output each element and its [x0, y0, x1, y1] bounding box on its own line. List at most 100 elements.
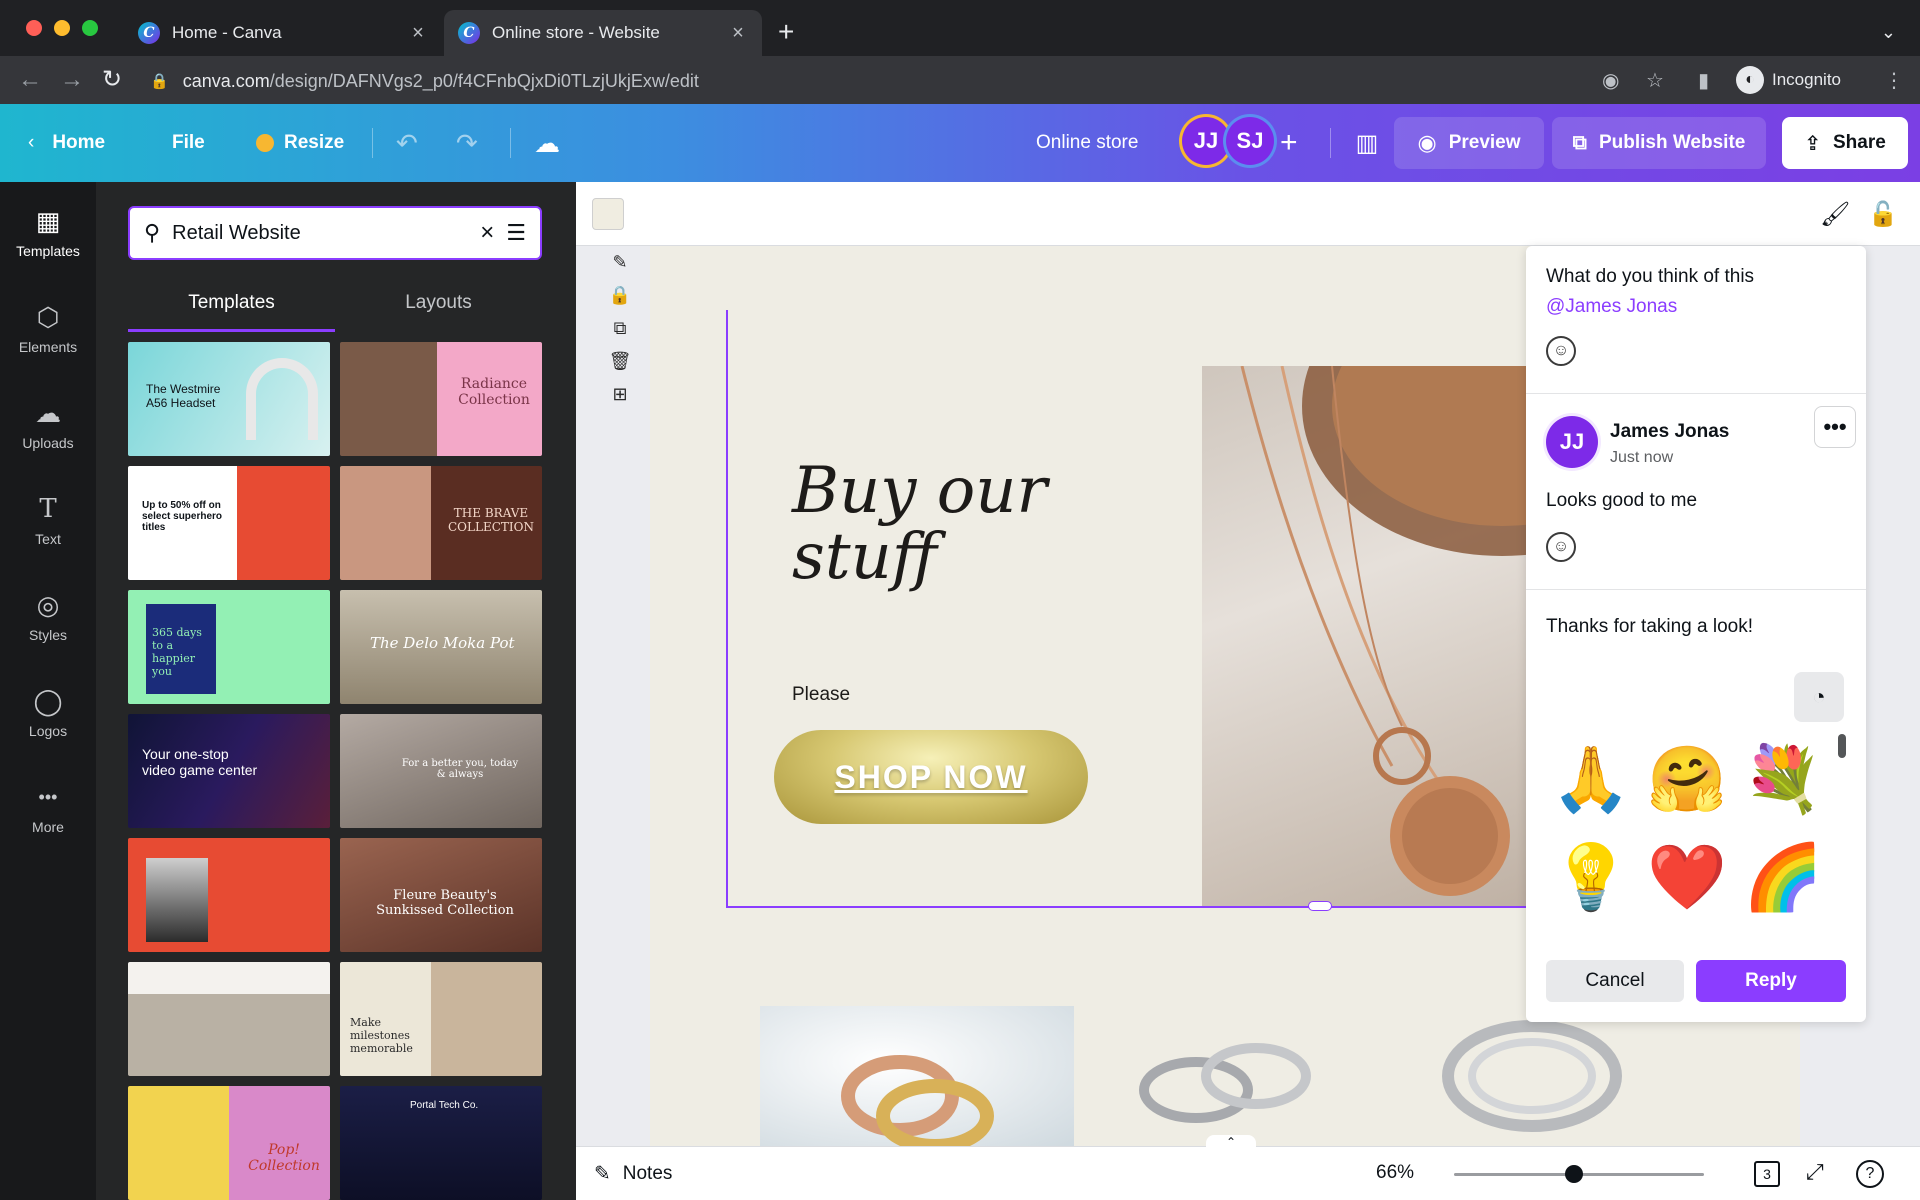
template-thumbnail[interactable]: [128, 838, 330, 952]
tab-templates[interactable]: Templates: [128, 282, 335, 332]
forward-arrow-icon[interactable]: →: [60, 66, 84, 94]
home-button[interactable]: ‹ Home: [28, 104, 105, 182]
preview-button[interactable]: ◉ Preview: [1394, 117, 1544, 169]
tab-layouts[interactable]: Layouts: [335, 282, 542, 332]
edit-notes-icon[interactable]: ✎: [612, 252, 627, 273]
url-field[interactable]: 🔒 canva.com /design/DAFNVgs2_p0/f4CFnbQj…: [150, 66, 1530, 96]
fullscreen-icon[interactable]: ⤢: [1806, 1159, 1824, 1185]
hero-subtitle[interactable]: Please: [792, 684, 850, 706]
share-button[interactable]: ⇪ Share: [1782, 117, 1908, 169]
undo-icon[interactable]: ↶: [396, 104, 418, 182]
sticker-heart[interactable]: ❤️: [1642, 832, 1732, 922]
window-close-button[interactable]: [26, 20, 42, 36]
collaborator-avatar-jj[interactable]: JJ: [1182, 117, 1230, 165]
chevron-down-icon[interactable]: ⌄: [1881, 22, 1896, 43]
sticker-picker-button[interactable]: ◔: [1794, 672, 1844, 722]
necklace-photo[interactable]: [1202, 366, 1532, 906]
sticker-light-bulb[interactable]: 💡: [1546, 832, 1636, 922]
side-panel-icon[interactable]: ▮: [1698, 68, 1709, 93]
template-thumbnail[interactable]: Portal Tech Co.: [340, 1086, 542, 1200]
sticker-bouquet[interactable]: 💐: [1738, 734, 1828, 824]
window-zoom-button[interactable]: [82, 20, 98, 36]
template-thumbnail[interactable]: Up to 50% off on select superhero titles: [128, 466, 330, 580]
more-options-button[interactable]: •••: [1814, 406, 1856, 448]
template-thumbnail[interactable]: Your one-stop video game center: [128, 714, 330, 828]
cloud-saved-icon[interactable]: ☁: [534, 104, 560, 182]
template-thumbnail[interactable]: Make milestones memorable: [340, 962, 542, 1076]
hero-title[interactable]: Buy our stuff: [792, 458, 1047, 590]
reply-draft-input[interactable]: Thanks for taking a look!: [1546, 612, 1846, 642]
filter-sliders-icon[interactable]: ☰: [506, 220, 526, 246]
new-tab-button[interactable]: +: [778, 18, 794, 46]
rail-item-templates[interactable]: ▦ Templates: [0, 188, 96, 278]
resize-handle[interactable]: [1308, 901, 1332, 911]
resize-button[interactable]: Resize: [256, 104, 344, 182]
sticker-scrollbar[interactable]: [1838, 734, 1846, 758]
template-thumbnail[interactable]: Radiance Collection: [340, 342, 542, 456]
page-count-button[interactable]: 3: [1754, 1161, 1780, 1187]
mention-link[interactable]: @James Jonas: [1546, 292, 1846, 322]
template-thumbnail[interactable]: The Delo Moka Pot: [340, 590, 542, 704]
zoom-slider-handle[interactable]: [1565, 1165, 1583, 1183]
design-name[interactable]: Online store: [1036, 104, 1138, 182]
collaborator-avatar-sj[interactable]: SJ: [1226, 117, 1274, 165]
reload-icon[interactable]: ↻: [102, 66, 122, 94]
sticker-praying-hands[interactable]: 🙏: [1546, 734, 1636, 824]
add-page-icon[interactable]: ⊞: [612, 384, 627, 405]
background-color-swatch[interactable]: [592, 198, 624, 230]
paint-roller-icon[interactable]: 🖌: [1820, 200, 1850, 229]
browser-tab-home[interactable]: C Home - Canva ×: [124, 10, 442, 56]
sticker-hugging-face[interactable]: 🤗: [1642, 734, 1732, 824]
unlock-icon[interactable]: 🔓: [1868, 200, 1898, 229]
rail-item-text[interactable]: T Text: [0, 476, 96, 566]
template-thumbnail[interactable]: THE BRAVE COLLECTION: [340, 466, 542, 580]
tab-close-icon[interactable]: ×: [408, 22, 428, 45]
zoom-level[interactable]: 66%: [1376, 1162, 1414, 1184]
browser-tab-online-store[interactable]: C Online store - Website ×: [444, 10, 762, 56]
browser-menu-icon[interactable]: ⋮: [1884, 68, 1904, 93]
incognito-indicator[interactable]: ◐ Incognito: [1736, 64, 1841, 96]
reply-button[interactable]: Reply: [1696, 960, 1846, 1002]
help-icon[interactable]: ?: [1856, 1160, 1884, 1188]
rings-photo-gold[interactable]: [760, 1006, 1074, 1146]
left-rail: ▦ Templates ⬡ Elements ☁ Uploads T Text …: [0, 182, 96, 1200]
rail-label: Styles: [28, 627, 68, 643]
clear-search-icon[interactable]: ×: [480, 219, 494, 247]
chevron-up-icon[interactable]: ⌃: [1206, 1135, 1256, 1149]
add-reaction-icon[interactable]: ☺: [1546, 532, 1576, 562]
publish-website-button[interactable]: ⧉ Publish Website: [1552, 117, 1766, 169]
rail-item-more[interactable]: ••• More: [0, 764, 96, 854]
tab-close-icon[interactable]: ×: [728, 22, 748, 45]
rail-item-styles[interactable]: ◎ Styles: [0, 572, 96, 662]
template-search-field[interactable]: ⚲ Retail Website × ☰: [128, 206, 542, 260]
hero-title-line: stuff: [792, 520, 938, 594]
ring-photo-diamond[interactable]: [1422, 1006, 1642, 1146]
template-thumbnail[interactable]: [128, 962, 330, 1076]
lock-icon[interactable]: 🔒: [609, 285, 631, 306]
rail-item-logos[interactable]: ◯ Logos: [0, 668, 96, 758]
rail-item-uploads[interactable]: ☁ Uploads: [0, 380, 96, 470]
redo-icon[interactable]: ↷: [456, 104, 478, 182]
trash-icon[interactable]: 🗑: [609, 351, 632, 372]
insights-chart-icon[interactable]: ▥: [1344, 104, 1390, 182]
rings-photo-silver[interactable]: [1106, 1006, 1346, 1146]
file-menu-button[interactable]: File: [172, 104, 205, 182]
notes-button[interactable]: ✎ Notes: [594, 1161, 672, 1186]
template-thumbnail[interactable]: 365 days to a happier you: [128, 590, 330, 704]
back-arrow-icon[interactable]: ←: [18, 66, 42, 94]
tracking-protection-icon[interactable]: ◉: [1602, 68, 1619, 93]
template-thumbnail[interactable]: For a better you, today & always: [340, 714, 542, 828]
shop-now-button[interactable]: SHOP NOW: [774, 730, 1088, 824]
duplicate-icon[interactable]: ⧉: [614, 318, 627, 339]
sticker-rainbow[interactable]: 🌈: [1738, 832, 1828, 922]
template-thumbnail[interactable]: The Westmire A56 Headset: [128, 342, 330, 456]
template-thumbnail[interactable]: Fleure Beauty's Sunkissed Collection: [340, 838, 542, 952]
search-input[interactable]: Retail Website: [172, 222, 468, 245]
cancel-button[interactable]: Cancel: [1546, 960, 1684, 1002]
add-reaction-icon[interactable]: ☺: [1546, 336, 1576, 366]
add-collaborator-button[interactable]: +: [1280, 104, 1298, 182]
rail-item-elements[interactable]: ⬡ Elements: [0, 284, 96, 374]
bookmark-star-icon[interactable]: ☆: [1646, 68, 1664, 93]
template-thumbnail[interactable]: Pop! Collection: [128, 1086, 330, 1200]
window-minimize-button[interactable]: [54, 20, 70, 36]
